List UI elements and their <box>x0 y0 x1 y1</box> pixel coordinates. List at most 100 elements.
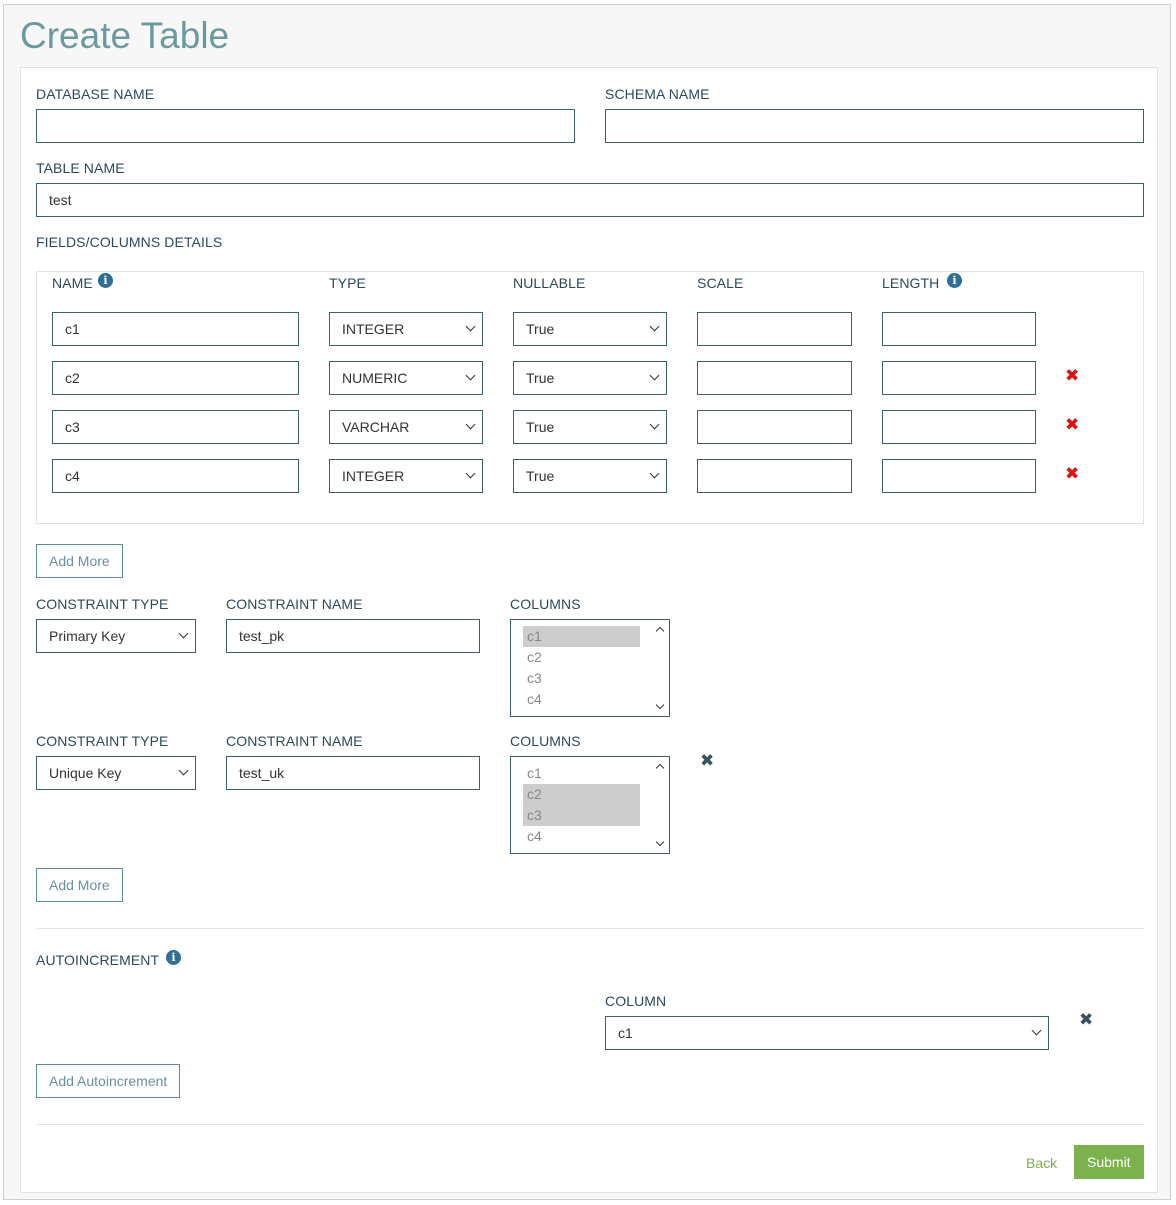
add-more-constraints-button[interactable]: Add More <box>36 868 123 902</box>
field-name-input[interactable]: c2 <box>52 361 299 395</box>
fields-table: NAME i TYPE NULLABLE SCALE LENGTH i c1 I… <box>36 271 1144 524</box>
field-nullable-select[interactable]: True <box>513 361 667 395</box>
header-name: NAME <box>52 275 93 291</box>
field-scale-input[interactable] <box>697 312 852 346</box>
field-type-value: NUMERIC <box>342 370 408 386</box>
field-nullable-value: True <box>526 468 555 484</box>
chevron-down-icon <box>465 419 476 430</box>
create-table-form: DATABASE NAME SCHEMA NAME TABLE NAME tes… <box>20 67 1158 1193</box>
field-name-input[interactable]: c3 <box>52 410 299 444</box>
remove-row-icon[interactable]: ✖ <box>1065 368 1079 385</box>
database-name-label: DATABASE NAME <box>36 86 155 102</box>
field-length-input[interactable] <box>882 459 1036 493</box>
constraint-columns-label: COLUMNS <box>510 733 581 749</box>
field-type-value: INTEGER <box>342 468 405 484</box>
field-scale-input[interactable] <box>697 410 852 444</box>
header-length: LENGTH <box>882 275 940 291</box>
scroll-up-icon[interactable] <box>655 763 665 773</box>
chevron-down-icon <box>649 370 660 381</box>
constraint-type-label: CONSTRAINT TYPE <box>36 733 169 749</box>
header-nullable: NULLABLE <box>513 275 586 291</box>
table-name-input[interactable]: test <box>36 183 1144 217</box>
constraint-type-value: Primary Key <box>49 628 126 644</box>
remove-autoincrement-icon[interactable]: ✖ <box>1079 1012 1093 1029</box>
constraint-columns-listbox[interactable]: c1 c2 c3 c4 <box>510 756 670 854</box>
divider <box>36 928 1144 929</box>
page-container: Create Table DATABASE NAME SCHEMA NAME T… <box>3 4 1171 1200</box>
field-length-input[interactable] <box>882 410 1036 444</box>
field-nullable-value: True <box>526 370 555 386</box>
autoincrement-info-icon[interactable]: i <box>166 950 181 965</box>
length-info-icon[interactable]: i <box>947 273 962 288</box>
divider <box>36 1124 1144 1125</box>
field-type-select[interactable]: VARCHAR <box>329 410 483 444</box>
field-length-input[interactable] <box>882 361 1036 395</box>
column-option[interactable]: c3 <box>523 805 640 826</box>
constraint-columns-label: COLUMNS <box>510 596 581 612</box>
back-link[interactable]: Back <box>1026 1155 1057 1171</box>
scroll-down-icon[interactable] <box>655 700 665 710</box>
field-type-select[interactable]: INTEGER <box>329 312 483 346</box>
name-info-icon[interactable]: i <box>98 273 113 288</box>
column-option[interactable]: c4 <box>523 826 640 847</box>
field-type-select[interactable]: NUMERIC <box>329 361 483 395</box>
remove-row-icon[interactable]: ✖ <box>1065 417 1079 434</box>
field-length-input[interactable] <box>882 312 1036 346</box>
constraint-type-value: Unique Key <box>49 765 122 781</box>
scroll-up-icon[interactable] <box>655 626 665 636</box>
field-nullable-value: True <box>526 419 555 435</box>
column-option[interactable]: c3 <box>523 668 640 689</box>
field-name-input[interactable]: c4 <box>52 459 299 493</box>
autoincrement-column-label: COLUMN <box>605 993 667 1009</box>
autoincrement-label: AUTOINCREMENT <box>36 952 160 968</box>
field-scale-input[interactable] <box>697 459 852 493</box>
column-option[interactable]: c2 <box>523 784 640 805</box>
constraint-name-input[interactable]: test_pk <box>226 619 480 653</box>
column-option[interactable]: c1 <box>523 763 640 784</box>
autoincrement-column-select[interactable]: c1 <box>605 1016 1049 1050</box>
column-option[interactable]: c4 <box>523 689 640 710</box>
chevron-down-icon <box>465 370 476 381</box>
constraint-name-label: CONSTRAINT NAME <box>226 733 363 749</box>
schema-name-label: SCHEMA NAME <box>605 86 710 102</box>
chevron-down-icon <box>649 321 660 332</box>
schema-name-input[interactable] <box>605 109 1144 143</box>
constraint-type-select[interactable]: Primary Key <box>36 619 196 653</box>
constraint-name-input[interactable]: test_uk <box>226 756 480 790</box>
autoincrement-column-value: c1 <box>618 1025 633 1041</box>
chevron-down-icon <box>1031 1025 1042 1036</box>
field-nullable-select[interactable]: True <box>513 410 667 444</box>
constraint-type-select[interactable]: Unique Key <box>36 756 196 790</box>
chevron-down-icon <box>649 419 660 430</box>
field-nullable-value: True <box>526 321 555 337</box>
field-scale-input[interactable] <box>697 361 852 395</box>
scroll-down-icon[interactable] <box>655 837 665 847</box>
add-more-fields-button[interactable]: Add More <box>36 544 123 578</box>
remove-row-icon[interactable]: ✖ <box>1065 466 1079 483</box>
field-nullable-select[interactable]: True <box>513 459 667 493</box>
add-autoincrement-button[interactable]: Add Autoincrement <box>36 1064 181 1098</box>
chevron-down-icon <box>649 468 660 479</box>
column-option[interactable]: c1 <box>523 626 640 647</box>
chevron-down-icon <box>178 765 189 776</box>
database-name-input[interactable] <box>36 109 575 143</box>
chevron-down-icon <box>465 321 476 332</box>
field-type-select[interactable]: INTEGER <box>329 459 483 493</box>
table-name-label: TABLE NAME <box>36 160 125 176</box>
remove-constraint-icon[interactable]: ✖ <box>700 753 714 770</box>
field-type-value: INTEGER <box>342 321 405 337</box>
fields-section-label: FIELDS/COLUMNS DETAILS <box>36 234 223 250</box>
field-type-value: VARCHAR <box>342 419 410 435</box>
chevron-down-icon <box>178 628 189 639</box>
header-type: TYPE <box>329 275 366 291</box>
header-scale: SCALE <box>697 275 744 291</box>
page-title: Create Table <box>20 15 230 56</box>
constraint-type-label: CONSTRAINT TYPE <box>36 596 169 612</box>
field-nullable-select[interactable]: True <box>513 312 667 346</box>
constraint-columns-listbox[interactable]: c1 c2 c3 c4 <box>510 619 670 717</box>
constraint-name-label: CONSTRAINT NAME <box>226 596 363 612</box>
chevron-down-icon <box>465 468 476 479</box>
column-option[interactable]: c2 <box>523 647 640 668</box>
submit-button[interactable]: Submit <box>1074 1145 1144 1179</box>
field-name-input[interactable]: c1 <box>52 312 299 346</box>
